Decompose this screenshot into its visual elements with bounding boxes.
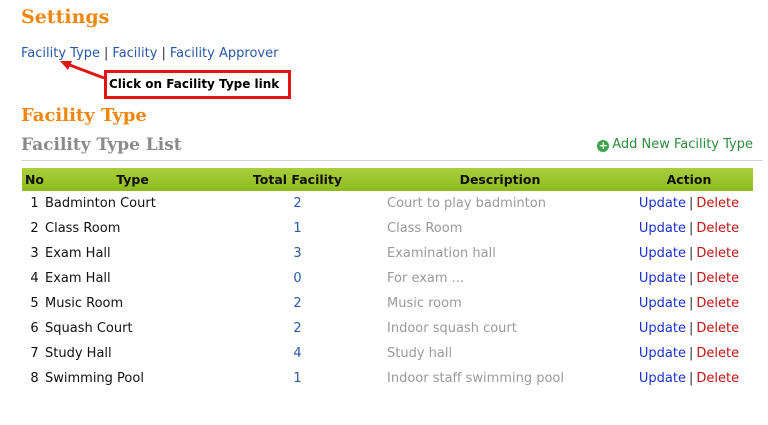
section-title: Facility Type [21,105,147,126]
nav-separator: | [161,46,166,61]
cell-action: Update | Delete [625,266,753,291]
callout-arrow-icon [60,61,105,80]
cell-type: Exam Hall [45,271,111,286]
action-separator: | [688,271,694,286]
plus-circle-icon: + [597,139,610,152]
cell-type: Exam Hall [45,246,111,261]
cell-total-facility[interactable]: 0 [220,266,375,291]
cell-no: 1 [30,196,39,211]
update-link[interactable]: Update [639,221,686,236]
cell-description: Court to play badminton [387,196,546,211]
cell-no: 6 [30,321,39,336]
action-separator: | [688,321,694,336]
section-divider [21,160,763,161]
update-link[interactable]: Update [639,271,686,286]
column-header-no: No [24,172,45,187]
annotation-callout: Click on Facility Type link [104,70,291,99]
cell-description: Indoor squash court [387,321,517,336]
action-separator: | [688,196,694,211]
facility-type-table: No Type Total Facility Description Actio… [22,168,753,391]
cell-description: Music room [387,296,462,311]
update-link[interactable]: Update [639,371,686,386]
cell-no: 7 [30,346,39,361]
cell-no: 4 [30,271,39,286]
update-link[interactable]: Update [639,196,686,211]
delete-link[interactable]: Delete [696,271,739,286]
action-separator: | [688,246,694,261]
cell-total-facility[interactable]: 3 [220,241,375,266]
cell-total-facility[interactable]: 2 [220,291,375,316]
action-separator: | [688,371,694,386]
cell-no: 2 [30,221,39,236]
delete-link[interactable]: Delete [696,246,739,261]
table-row: 8 Swimming Pool 1 Indoor staff swimming poo… [22,366,753,391]
cell-description: Study hall [387,346,453,361]
cell-no: 5 [30,296,39,311]
cell-description: Examination hall [387,246,496,261]
table-row: 7 Study Hall 4 Study hall Update | Delete [22,341,753,366]
cell-action: Update | Delete [625,241,753,266]
nav-link-facility[interactable]: Facility [112,46,157,61]
update-link[interactable]: Update [639,321,686,336]
cell-action: Update | Delete [625,291,753,316]
cell-description: Indoor staff swimming pool [387,371,564,386]
cell-no: 3 [30,246,39,261]
column-header-description: Description [459,172,541,187]
column-header-action: Action [666,172,712,187]
table-row: 1 Badminton Court 2 Court to play badminton… [22,191,753,216]
table-row: 2 Class Room 1 Class Room Update | Delete [22,216,753,241]
cell-action: Update | Delete [625,341,753,366]
table-row: 4 Exam Hall 0 For exam ... Update | Delete [22,266,753,291]
cell-action: Update | Delete [625,366,753,391]
update-link[interactable]: Update [639,246,686,261]
add-facility-type-label: Add New Facility Type [612,137,753,152]
update-link[interactable]: Update [639,346,686,361]
cell-action: Update | Delete [625,191,753,216]
delete-link[interactable]: Delete [696,321,739,336]
cell-type: Badminton Court [45,196,156,211]
cell-total-facility[interactable]: 1 [220,366,375,391]
update-link[interactable]: Update [639,296,686,311]
delete-link[interactable]: Delete [696,196,739,211]
cell-type: Squash Court [45,321,133,336]
page-title: Settings [21,6,110,28]
delete-link[interactable]: Delete [696,346,739,361]
delete-link[interactable]: Delete [696,371,739,386]
column-header-total-facility: Total Facility [252,172,343,187]
cell-type: Class Room [45,221,121,236]
table-row: 6 Squash Court 2 Indoor squash court Update |… [22,316,753,341]
table-row: 3 Exam Hall 3 Examination hall Update | Delete [22,241,753,266]
action-separator: | [688,296,694,311]
cell-type: Music Room [45,296,124,311]
cell-total-facility[interactable]: 2 [220,316,375,341]
action-separator: | [688,221,694,236]
cell-type: Swimming Pool [45,371,144,386]
cell-action: Update | Delete [625,216,753,241]
cell-action: Update | Delete [625,316,753,341]
column-header-type: Type [116,172,149,187]
table-header-row: No Type Total Facility Description Actio… [22,168,753,191]
cell-description: Class Room [387,221,463,236]
cell-total-facility[interactable]: 2 [220,191,375,216]
cell-total-facility[interactable]: 1 [220,216,375,241]
delete-link[interactable]: Delete [696,296,739,311]
cell-description: For exam ... [387,271,465,286]
cell-no: 8 [30,371,39,386]
table-row: 5 Music Room 2 Music room Update | Delete [22,291,753,316]
action-separator: | [688,346,694,361]
delete-link[interactable]: Delete [696,221,739,236]
cell-type: Study Hall [45,346,112,361]
cell-total-facility[interactable]: 4 [220,341,375,366]
nav-link-facility-approver[interactable]: Facility Approver [170,46,279,61]
add-facility-type-button[interactable]: + Add New Facility Type [597,137,753,152]
list-title: Facility Type List [21,135,182,155]
